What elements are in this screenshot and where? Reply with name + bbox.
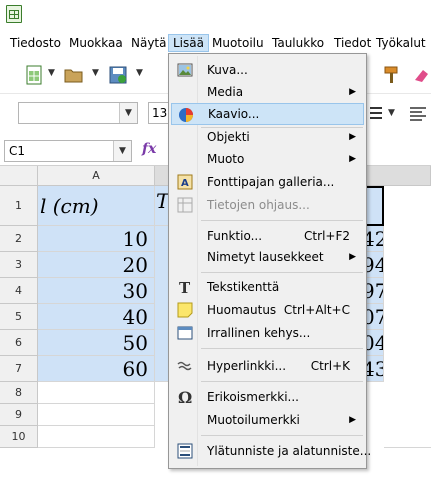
menu-sheet[interactable]: Taulukko	[268, 34, 328, 52]
row-header-9[interactable]: 9	[0, 404, 38, 426]
column-header-a[interactable]: A	[38, 166, 155, 186]
open-folder-icon[interactable]	[64, 65, 84, 85]
menu-item-floating-frame[interactable]: Irrallinen kehys...	[171, 322, 364, 344]
insert-menu: Kuva... Media ▶ Kaavio... Objekti ▶ Muot…	[168, 53, 371, 469]
cell-reference: C1	[9, 144, 26, 158]
cell-a10[interactable]	[38, 426, 155, 448]
align-icon[interactable]	[368, 104, 388, 124]
open-dropdown-icon[interactable]: ▼	[92, 68, 99, 78]
cell-a3[interactable]: 20	[38, 252, 155, 278]
font-name-combo[interactable]: ▼	[18, 102, 138, 124]
menu-item-chart[interactable]: Kaavio...	[171, 103, 364, 125]
menu-item-named-expressions[interactable]: Nimetyt lausekkeet ▶	[171, 246, 364, 268]
menu-tools[interactable]: Työkalut	[372, 34, 430, 52]
cell-a7[interactable]: 60	[38, 356, 155, 382]
menu-data[interactable]: Tiedot	[330, 34, 375, 52]
menu-bar: Tiedosto Muokkaa Näytä Lisää Muotoilu Ta…	[0, 32, 431, 54]
cell-a8[interactable]	[38, 382, 155, 404]
save-icon[interactable]	[108, 65, 128, 85]
new-document-icon[interactable]	[24, 65, 44, 85]
svg-text:Ω: Ω	[178, 389, 192, 405]
menu-item-special-character[interactable]: Ω Erikoismerkki...	[171, 386, 364, 408]
cell-a5[interactable]: 40	[38, 304, 155, 330]
select-all-corner[interactable]	[0, 166, 38, 186]
row-header-1[interactable]: 1	[0, 186, 38, 226]
name-box[interactable]: C1 ▼	[4, 140, 132, 162]
submenu-arrow-icon: ▶	[349, 87, 356, 97]
align-left-icon[interactable]	[408, 104, 428, 124]
omega-icon: Ω	[178, 389, 192, 405]
row-header-7[interactable]: 7	[0, 356, 38, 382]
fontwork-icon: A	[177, 174, 193, 190]
menu-format[interactable]: Muotoilu	[208, 34, 268, 52]
row-header-6[interactable]: 6	[0, 330, 38, 356]
header-footer-icon	[177, 443, 193, 459]
title-bar	[0, 0, 431, 30]
new-dropdown-icon[interactable]: ▼	[48, 68, 55, 78]
menu-separator	[201, 272, 363, 273]
menu-item-pivot-table[interactable]: Tietojen ohjaus...	[171, 194, 364, 216]
text-box-icon: T	[179, 279, 191, 295]
menu-view[interactable]: Näytä	[127, 34, 171, 52]
clone-formatting-icon[interactable]	[382, 65, 402, 85]
cell-a4[interactable]: 30	[38, 278, 155, 304]
submenu-arrow-icon: ▶	[349, 154, 356, 164]
menu-separator	[201, 435, 363, 436]
menu-item-fontwork[interactable]: A Fonttipajan galleria...	[171, 171, 364, 193]
comment-icon	[177, 302, 193, 318]
save-dropdown-icon[interactable]: ▼	[136, 68, 143, 78]
submenu-arrow-icon: ▶	[349, 132, 356, 142]
row-header-8[interactable]: 8	[0, 382, 38, 404]
menu-item-shape[interactable]: Muoto ▶	[171, 148, 364, 170]
menu-item-comment[interactable]: Huomautus Ctrl+Alt+C	[171, 299, 364, 321]
menu-item-media[interactable]: Media ▶	[171, 81, 364, 103]
menu-item-hyperlink[interactable]: Hyperlinkki... Ctrl+K	[171, 355, 364, 377]
cell-a1[interactable]: l (cm)	[38, 186, 155, 226]
image-icon	[177, 63, 193, 77]
hyperlink-icon	[177, 361, 192, 371]
cell-d-column[interactable]	[384, 186, 431, 448]
svg-text:T: T	[179, 279, 191, 295]
submenu-arrow-icon: ▶	[349, 415, 356, 425]
chevron-down-icon[interactable]: ▼	[113, 141, 131, 161]
calc-app-icon	[6, 5, 22, 23]
cell-a9[interactable]	[38, 404, 155, 426]
menu-item-image[interactable]: Kuva...	[171, 59, 364, 81]
menu-item-formatting-mark[interactable]: Muotoilumerkki ▶	[171, 409, 364, 431]
align-dropdown-icon[interactable]: ▼	[388, 108, 395, 118]
frame-icon	[177, 326, 193, 340]
menu-insert[interactable]: Lisää	[168, 34, 209, 52]
menu-item-function[interactable]: Funktio... Ctrl+F2	[171, 225, 364, 247]
menu-item-text-box[interactable]: T Tekstikenttä	[171, 276, 364, 298]
clear-formatting-icon[interactable]	[412, 65, 431, 85]
submenu-arrow-icon: ▶	[349, 252, 356, 262]
svg-text:A: A	[181, 178, 189, 189]
menu-edit[interactable]: Muokkaa	[65, 34, 127, 52]
row-header-4[interactable]: 4	[0, 278, 38, 304]
row-header-2[interactable]: 2	[0, 226, 38, 252]
cell-a2[interactable]: 10	[38, 226, 155, 252]
font-size-combo[interactable]: 13,	[148, 102, 171, 124]
menu-separator	[201, 348, 363, 349]
cell-a6[interactable]: 50	[38, 330, 155, 356]
menu-item-object[interactable]: Objekti ▶	[171, 126, 364, 148]
chart-icon	[179, 108, 193, 122]
function-wizard-icon[interactable]: fx	[142, 141, 156, 157]
menu-item-header-footer[interactable]: Ylätunniste ja alatunniste...	[171, 440, 371, 462]
pivot-table-icon	[177, 197, 193, 213]
row-header-10[interactable]: 10	[0, 426, 38, 448]
row-header-3[interactable]: 3	[0, 252, 38, 278]
menu-file[interactable]: Tiedosto	[6, 34, 65, 52]
menu-separator	[201, 220, 363, 221]
chevron-down-icon[interactable]: ▼	[119, 103, 137, 123]
column-header-c[interactable]	[362, 166, 431, 186]
menu-separator	[201, 381, 363, 382]
row-header-5[interactable]: 5	[0, 304, 38, 330]
